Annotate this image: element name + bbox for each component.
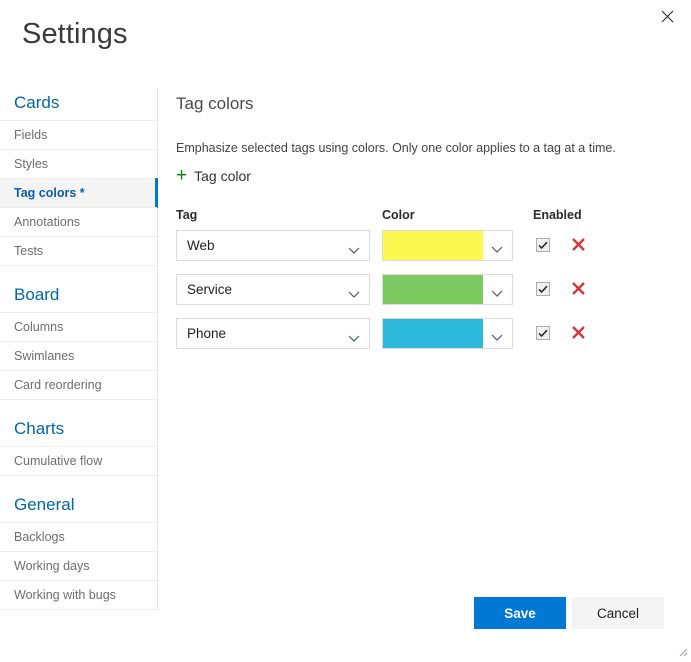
sidebar-item-backlogs[interactable]: Backlogs	[0, 522, 157, 552]
delete-x-icon	[571, 237, 586, 252]
sidebar-group-general: General	[14, 495, 75, 514]
color-swatch	[383, 231, 483, 260]
dialog-header: Settings	[0, 0, 691, 80]
settings-sidebar: Cards Fields Styles Tag colors * Annotations…	[0, 88, 158, 610]
sidebar-item-columns[interactable]: Columns	[0, 312, 157, 342]
enabled-checkbox[interactable]	[536, 326, 550, 340]
delete-x-icon	[571, 281, 586, 296]
delete-x-icon	[571, 325, 586, 340]
page-title: Settings	[22, 18, 128, 50]
delete-tag-color-button[interactable]	[567, 321, 589, 343]
chevron-down-icon	[491, 329, 503, 347]
sidebar-group-cards: Cards	[14, 93, 60, 112]
color-swatch	[383, 319, 483, 348]
sidebar-item-working-days[interactable]: Working days	[0, 551, 157, 581]
tag-colors-table: Tag Color Enabled Web Service Phone	[176, 208, 676, 362]
chevron-down-icon	[348, 330, 360, 348]
cancel-button[interactable]: Cancel	[572, 597, 664, 629]
column-header-tag: Tag	[176, 208, 198, 222]
table-row: Service	[176, 274, 676, 318]
tag-select[interactable]: Phone	[176, 318, 370, 349]
section-description: Emphasize selected tags using colors. On…	[176, 141, 616, 155]
table-row: Web	[176, 230, 676, 274]
enabled-checkbox[interactable]	[536, 238, 550, 252]
chevron-down-icon	[491, 285, 503, 303]
sidebar-item-tests[interactable]: Tests	[0, 236, 157, 266]
sidebar-item-swimlanes[interactable]: Swimlanes	[0, 341, 157, 371]
sidebar-item-tag-colors[interactable]: Tag colors *	[0, 178, 158, 208]
sidebar-item-cumulative-flow[interactable]: Cumulative flow	[0, 446, 157, 476]
tag-select[interactable]: Web	[176, 230, 370, 261]
sidebar-group-board: Board	[14, 285, 60, 304]
table-row: Phone	[176, 318, 676, 362]
column-header-color: Color	[382, 208, 415, 222]
plus-icon: +	[176, 165, 188, 186]
tag-select[interactable]: Service	[176, 274, 370, 305]
add-tag-color-button[interactable]: + Tag color	[176, 165, 251, 186]
color-select[interactable]	[382, 230, 513, 261]
close-icon	[661, 10, 674, 23]
main-content: Tag colors Emphasize selected tags using…	[176, 94, 676, 362]
chevron-down-icon	[348, 242, 360, 260]
color-select[interactable]	[382, 318, 513, 349]
enabled-checkbox[interactable]	[536, 282, 550, 296]
settings-dialog: Settings Cards Fields Styles Tag colors * An…	[0, 0, 691, 659]
tag-select-value: Web	[187, 238, 215, 253]
close-button[interactable]	[652, 2, 682, 30]
table-body: Web Service Phone	[176, 230, 676, 362]
section-title: Tag colors	[176, 94, 254, 113]
tag-select-value: Service	[187, 282, 233, 297]
dialog-footer: Save Cancel	[0, 597, 691, 659]
resize-grip-icon[interactable]	[675, 644, 688, 657]
sidebar-item-annotations[interactable]: Annotations	[0, 207, 157, 237]
save-button[interactable]: Save	[474, 597, 566, 629]
sidebar-item-fields[interactable]: Fields	[0, 120, 157, 150]
sidebar-item-card-reordering[interactable]: Card reordering	[0, 370, 157, 400]
tag-select-value: Phone	[187, 326, 227, 341]
chevron-down-icon	[491, 241, 503, 259]
column-header-enabled: Enabled	[533, 208, 582, 222]
add-tag-color-label: Tag color	[194, 168, 251, 184]
sidebar-group-charts: Charts	[14, 419, 65, 438]
sidebar-item-styles[interactable]: Styles	[0, 149, 157, 179]
chevron-down-icon	[348, 286, 360, 304]
table-header-row: Tag Color Enabled	[176, 208, 676, 230]
color-select[interactable]	[382, 274, 513, 305]
delete-tag-color-button[interactable]	[567, 277, 589, 299]
delete-tag-color-button[interactable]	[567, 233, 589, 255]
color-swatch	[383, 275, 483, 304]
